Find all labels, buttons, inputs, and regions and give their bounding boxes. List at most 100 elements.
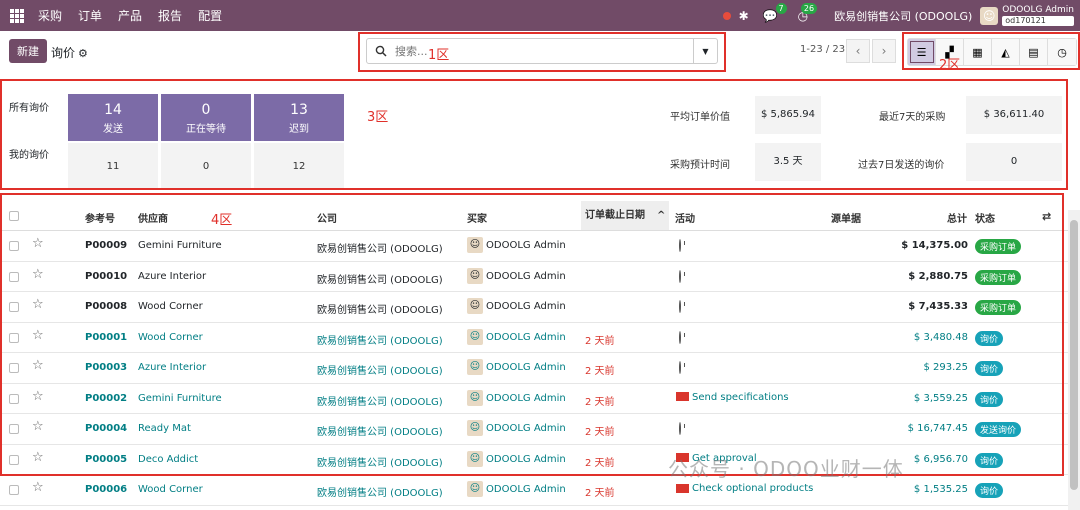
col-source[interactable]: 源单据 (831, 210, 861, 225)
table-row[interactable]: ☆ P00010 Azure Interior 欧易创销售公司 (ODOOLG) ☺ OD… (0, 262, 1068, 292)
purchase-dashboard: 所有询价 我的询价 14 发送 0 正在等待 13 迟到 11 0 12 平均订单价值… (0, 86, 1080, 190)
buyer-avatar: ☺ (467, 359, 483, 375)
row-buyer: ☺ ODOOLG Admin (467, 237, 566, 253)
dash-waiting[interactable]: 0 正在等待 (161, 94, 251, 141)
company-switcher[interactable]: 欧易创销售公司 (ODOOLG) (834, 8, 972, 24)
row-checkbox[interactable] (9, 454, 19, 465)
table-row[interactable]: ☆ P00002 Gemini Furniture 欧易创销售公司 (ODOOLG) ☺… (0, 384, 1068, 414)
user-info[interactable]: ODOOLG Admin od170121 (1002, 5, 1074, 26)
row-checkbox[interactable] (9, 271, 19, 282)
activity-clock-icon[interactable] (679, 269, 681, 283)
col-buyer[interactable]: 买家 (467, 210, 487, 225)
row-deadline: 2 天前 (585, 335, 615, 347)
app-menu-icon[interactable] (10, 8, 24, 23)
menu-reports[interactable]: 报告 (158, 7, 182, 24)
search-bar: ▼ (366, 38, 718, 64)
select-all-checkbox[interactable] (9, 211, 19, 221)
table-row[interactable]: ☆ P00001 Wood Corner 欧易创销售公司 (ODOOLG) ☺ ODOOL… (0, 323, 1068, 353)
row-total: $ 14,375.00 (901, 240, 968, 251)
row-vendor: Wood Corner (138, 484, 203, 495)
row-total: $ 3,559.25 (913, 392, 968, 404)
row-company: 欧易创销售公司 (ODOOLG) (317, 427, 443, 438)
star-icon[interactable]: ☆ (32, 389, 44, 404)
activity-icon[interactable]: ◷ 26 (798, 2, 818, 23)
column-settings-icon[interactable]: ⇄ (1042, 210, 1051, 223)
row-checkbox[interactable] (9, 363, 19, 373)
status-badge: 询价 (975, 483, 1004, 498)
scrollbar[interactable] (1068, 210, 1080, 510)
menu-products[interactable]: 产品 (118, 7, 142, 24)
chat-icon[interactable]: 💬 7 (763, 2, 787, 23)
table-row[interactable]: ☆ P00009 Gemini Furniture 欧易创销售公司 (ODOOLG) ☺… (0, 231, 1068, 262)
dash-late[interactable]: 13 迟到 (254, 94, 344, 141)
status-badge: 询价 (975, 330, 1004, 346)
col-deadline[interactable]: 订单截止日期 ^ (581, 201, 669, 230)
status-badge: 采购订单 (975, 269, 1022, 285)
row-checkbox[interactable] (9, 302, 19, 312)
activity-item[interactable]: Check optional products (676, 483, 813, 494)
scrollbar-thumb[interactable] (1070, 220, 1078, 490)
col-status[interactable]: 状态 (975, 210, 995, 225)
row-checkbox[interactable] (9, 485, 19, 495)
col-ref[interactable]: 参考号 (85, 210, 115, 225)
search-options-dropdown[interactable]: ▼ (693, 39, 717, 63)
table-row[interactable]: ☆ P00005 Deco Addict 欧易创销售公司 (ODOOLG) ☺ ODOOL… (0, 445, 1068, 475)
activity-clock-icon[interactable] (679, 300, 681, 313)
table-row[interactable]: ☆ P00003 Azure Interior 欧易创销售公司 (ODOOLG) ☺ OD… (0, 353, 1068, 384)
dash-sent[interactable]: 14 发送 (68, 94, 158, 141)
dash-my-late[interactable]: 12 (254, 143, 344, 190)
col-total[interactable]: 总计 (947, 210, 967, 225)
new-button[interactable]: 新建 (9, 39, 47, 63)
kpi-rfq-sent-label: 过去7日发送的询价 (858, 160, 945, 171)
bug-icon[interactable]: ✱ (739, 9, 749, 23)
star-icon[interactable]: ☆ (32, 236, 44, 251)
pager-prev-button[interactable]: ‹ (846, 39, 870, 63)
activity-clock-icon[interactable] (679, 330, 681, 344)
menu-orders[interactable]: 订单 (78, 7, 102, 24)
activity-clock-icon[interactable] (679, 239, 681, 252)
row-deadline: 2 天前 (585, 488, 615, 499)
table-row[interactable]: ☆ P00008 Wood Corner 欧易创销售公司 (ODOOLG) ☺ ODOOL… (0, 292, 1068, 323)
row-checkbox[interactable] (9, 332, 19, 343)
buyer-avatar: ☺ (467, 298, 483, 314)
gear-icon[interactable]: ⚙ (78, 47, 88, 60)
star-icon[interactable]: ☆ (32, 297, 44, 312)
dash-waiting-count: 0 (201, 102, 211, 118)
calendar-view-icon[interactable]: ▤ (1020, 39, 1048, 65)
pivot-view-icon[interactable]: ▦ (964, 39, 992, 65)
col-company[interactable]: 公司 (317, 210, 337, 225)
list-view-icon[interactable]: ☰ (908, 39, 936, 65)
star-icon[interactable]: ☆ (32, 450, 44, 465)
dash-my-waiting[interactable]: 0 (161, 143, 251, 190)
row-buyer-name: ODOOLG Admin (486, 240, 566, 251)
row-ref: P00004 (85, 423, 128, 434)
activity-view-icon[interactable]: ◷ (1048, 39, 1076, 65)
star-icon[interactable]: ☆ (32, 480, 44, 495)
activity-clock-icon[interactable] (679, 361, 681, 374)
activity-clock-icon[interactable] (679, 422, 681, 435)
row-checkbox[interactable] (9, 393, 19, 404)
row-checkbox[interactable] (9, 241, 19, 251)
row-company: 欧易创销售公司 (ODOOLG) (317, 274, 443, 286)
user-avatar[interactable]: ☺ (980, 6, 999, 25)
graph-view-icon[interactable]: ◭ (992, 39, 1020, 65)
col-vendor[interactable]: 供应商 (138, 210, 168, 225)
row-company: 欧易创销售公司 (ODOOLG) (317, 457, 443, 469)
star-icon[interactable]: ☆ (32, 328, 44, 343)
pager-value[interactable]: 1-23 / 23 (800, 44, 845, 55)
pager-next-button[interactable]: › (872, 39, 896, 63)
star-icon[interactable]: ☆ (32, 419, 44, 434)
menu-app-name[interactable]: 采购 (38, 7, 62, 24)
dash-my-sent[interactable]: 11 (68, 143, 158, 190)
activity-item[interactable]: Send specifications (676, 392, 789, 403)
row-buyer-name: ODOOLG Admin (486, 301, 566, 312)
menu-config[interactable]: 配置 (198, 7, 222, 24)
table-row[interactable]: ☆ P00006 Wood Corner 欧易创销售公司 (ODOOLG) ☺ ODOOL… (0, 475, 1068, 506)
star-icon[interactable]: ☆ (32, 267, 44, 282)
row-checkbox[interactable] (9, 424, 19, 434)
record-icon[interactable] (722, 11, 731, 20)
star-icon[interactable]: ☆ (32, 358, 44, 373)
table-row[interactable]: ☆ P00004 Ready Mat 欧易创销售公司 (ODOOLG) ☺ ODOOLG … (0, 414, 1068, 445)
activity-summary: Check optional products (692, 483, 814, 494)
col-activity[interactable]: 活动 (675, 210, 695, 225)
